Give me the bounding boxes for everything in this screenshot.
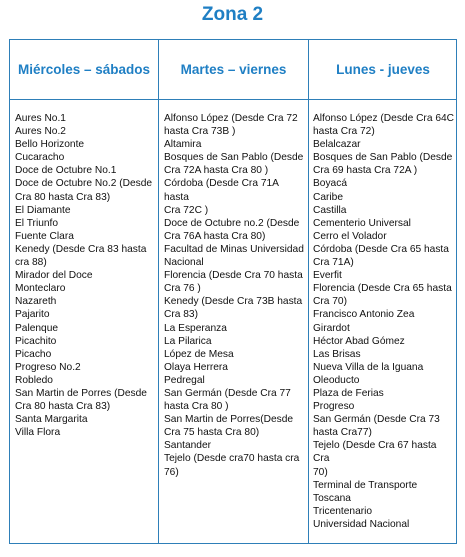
neighborhood-item: Cra 71A) xyxy=(313,257,354,269)
neighborhood-item: Villa Flora xyxy=(15,427,61,439)
neighborhood-item: Bosques de San Pablo (Desde xyxy=(164,152,304,164)
neighborhood-item: Doce de Octubre no.2 (Desde xyxy=(164,217,300,229)
neighborhood-item: Cra 80 hasta Cra 83) xyxy=(15,191,111,203)
neighborhood-item: Oleoducto xyxy=(313,374,360,386)
neighborhood-item: El Diamante xyxy=(15,204,71,216)
column-divider xyxy=(158,40,159,543)
neighborhood-item: Mirador del Doce xyxy=(15,270,93,282)
neighborhood-item: Alfonso López (Desde Cra 64C xyxy=(313,113,455,124)
neighborhood-item: Cerro el Volador xyxy=(313,230,387,242)
neighborhood-item: 76) xyxy=(164,466,179,478)
neighborhood-item: La Esperanza xyxy=(164,322,227,334)
neighborhood-item: Bosques de San Pablo (Desde xyxy=(313,152,453,164)
neighborhood-item: Fuente Clara xyxy=(15,230,74,242)
column-divider xyxy=(308,40,309,543)
neighborhood-item: Cra 80 hasta Cra 83) xyxy=(15,401,111,413)
column-header-lunes-jueves: Lunes - jueves xyxy=(336,62,430,77)
neighborhood-item: Cra 83) xyxy=(164,309,198,321)
neighborhood-item: hasta Cra 80 ) xyxy=(164,401,229,413)
neighborhood-item: Terminal de Transporte xyxy=(313,479,418,491)
neighborhood-item: Toscana xyxy=(313,492,351,504)
neighborhood-item: Kenedy (Desde Cra 83 hasta xyxy=(15,243,147,255)
neighborhood-item: San Martin de Porres(Desde xyxy=(164,414,294,426)
neighborhood-item: Robledo xyxy=(15,374,53,386)
neighborhood-item: 70) xyxy=(313,466,328,478)
neighborhood-item: Bello Horizonte xyxy=(15,139,85,151)
neighborhood-item: cra 88) xyxy=(15,257,47,269)
neighborhood-item: Cra 70) xyxy=(313,296,347,308)
neighborhood-item: Nueva Villa de la Iguana xyxy=(313,361,424,373)
neighborhood-item: Cra 72A hasta Cra 80 ) xyxy=(164,165,269,177)
neighborhood-item: Palenque xyxy=(15,322,59,334)
neighborhood-item: Florencia (Desde Cra 65 hasta xyxy=(313,283,452,295)
neighborhood-item: Kenedy (Desde Cra 73B hasta xyxy=(164,296,303,308)
column-header-miercoles-sabados: Miércoles – sábados xyxy=(17,62,151,77)
neighborhood-item: Aures No.2 xyxy=(15,126,66,138)
neighborhood-item: Santa Margarita xyxy=(15,414,88,426)
neighborhood-item: Castilla xyxy=(313,204,347,216)
neighborhood-item: Cra 76A hasta Cra 80) xyxy=(164,230,266,242)
neighborhood-item: Facultad de Minas Universidad xyxy=(164,243,304,255)
neighborhood-item: hasta Cra77) xyxy=(313,427,372,439)
neighborhood-item: Córdoba (Desde Cra 65 hasta xyxy=(313,243,449,255)
neighborhood-item: Boyacá xyxy=(313,178,347,190)
neighborhood-item: Doce de Octubre No.1 xyxy=(15,165,117,177)
neighborhood-item: Everfit xyxy=(313,270,342,282)
page-title: Zona 2 xyxy=(201,4,264,25)
neighborhood-item: Francisco Antonio Zea xyxy=(313,309,415,321)
neighborhood-item: Girardot xyxy=(313,322,350,334)
neighborhood-item: hasta Cra 73B ) xyxy=(164,126,236,138)
neighborhood-item: Progreso xyxy=(313,401,355,413)
neighborhood-item: Pedregal xyxy=(164,374,205,386)
neighborhood-item: Aures No.1 xyxy=(15,113,66,124)
neighborhood-item: Cucaracho xyxy=(15,152,65,164)
neighborhood-item: El Triunfo xyxy=(15,217,59,229)
neighborhood-item: Cementerio Universal xyxy=(313,217,411,229)
neighborhood-item: Belalcazar xyxy=(313,139,361,151)
neighborhood-item: San Germán (Desde Cra 77 xyxy=(164,387,291,399)
neighborhood-item: Monteclaro xyxy=(15,283,66,295)
neighborhood-item: Cra 72C ) xyxy=(164,204,209,216)
column-list-lunes-jueves: Alfonso López (Desde Cra 64C hasta Cra 72… xyxy=(313,112,455,531)
neighborhood-item: Caribe xyxy=(313,191,344,203)
neighborhood-item: hasta Cra 72) xyxy=(313,126,375,138)
neighborhood-item: Tejelo (Desde Cra 67 hasta Cra xyxy=(313,440,437,465)
neighborhood-item: Héctor Abad Gómez xyxy=(313,335,405,347)
neighborhood-item: Universidad Nacional xyxy=(313,518,410,530)
neighborhood-item: Picacho xyxy=(15,348,52,360)
neighborhood-item: Doce de Octubre No.2 (Desde xyxy=(15,178,153,190)
schedule-table: Miércoles – sábados Martes – viernes Lun… xyxy=(9,39,457,544)
column-header-martes-viernes: Martes – viernes xyxy=(180,62,287,77)
neighborhood-item: Olaya Herrera xyxy=(164,361,228,373)
neighborhood-item: Santander xyxy=(164,440,212,452)
column-list-miercoles-sabados: Aures No.1 Aures No.2 Bello Horizonte Cucar… xyxy=(15,112,155,439)
neighborhood-item: Florencia (Desde Cra 70 hasta xyxy=(164,270,303,282)
neighborhood-item: Plaza de Ferias xyxy=(313,387,384,399)
neighborhood-item: Cra 75 hasta Cra 80) xyxy=(164,427,260,439)
neighborhood-item: Alfonso López (Desde Cra 72 xyxy=(164,113,298,124)
neighborhood-item: San Germán (Desde Cra 73 xyxy=(313,414,440,426)
neighborhood-item: Nacional xyxy=(164,257,204,269)
neighborhood-item: San Martin de Porres (Desde xyxy=(15,387,147,399)
neighborhood-item: Tejelo (Desde cra70 hasta cra xyxy=(164,453,300,465)
neighborhood-item: Cra 69 hasta Cra 72A ) xyxy=(313,165,418,177)
neighborhood-item: Altamira xyxy=(164,139,202,151)
neighborhood-item: Córdoba (Desde Cra 71A hasta xyxy=(164,178,279,203)
neighborhood-item: Picachito xyxy=(15,335,57,347)
neighborhood-item: Las Brisas xyxy=(313,348,361,360)
neighborhood-item: Tricentenario xyxy=(313,505,373,517)
neighborhood-item: López de Mesa xyxy=(164,348,234,360)
header-divider xyxy=(10,99,456,100)
neighborhood-item: Cra 76 ) xyxy=(164,283,201,295)
neighborhood-item: La Pilarica xyxy=(164,335,212,347)
column-list-martes-viernes: Alfonso López (Desde Cra 72 hasta Cra 73B… xyxy=(164,112,306,479)
neighborhood-item: Nazareth xyxy=(15,296,57,308)
neighborhood-item: Pajarito xyxy=(15,309,50,321)
neighborhood-item: Progreso No.2 xyxy=(15,361,81,373)
